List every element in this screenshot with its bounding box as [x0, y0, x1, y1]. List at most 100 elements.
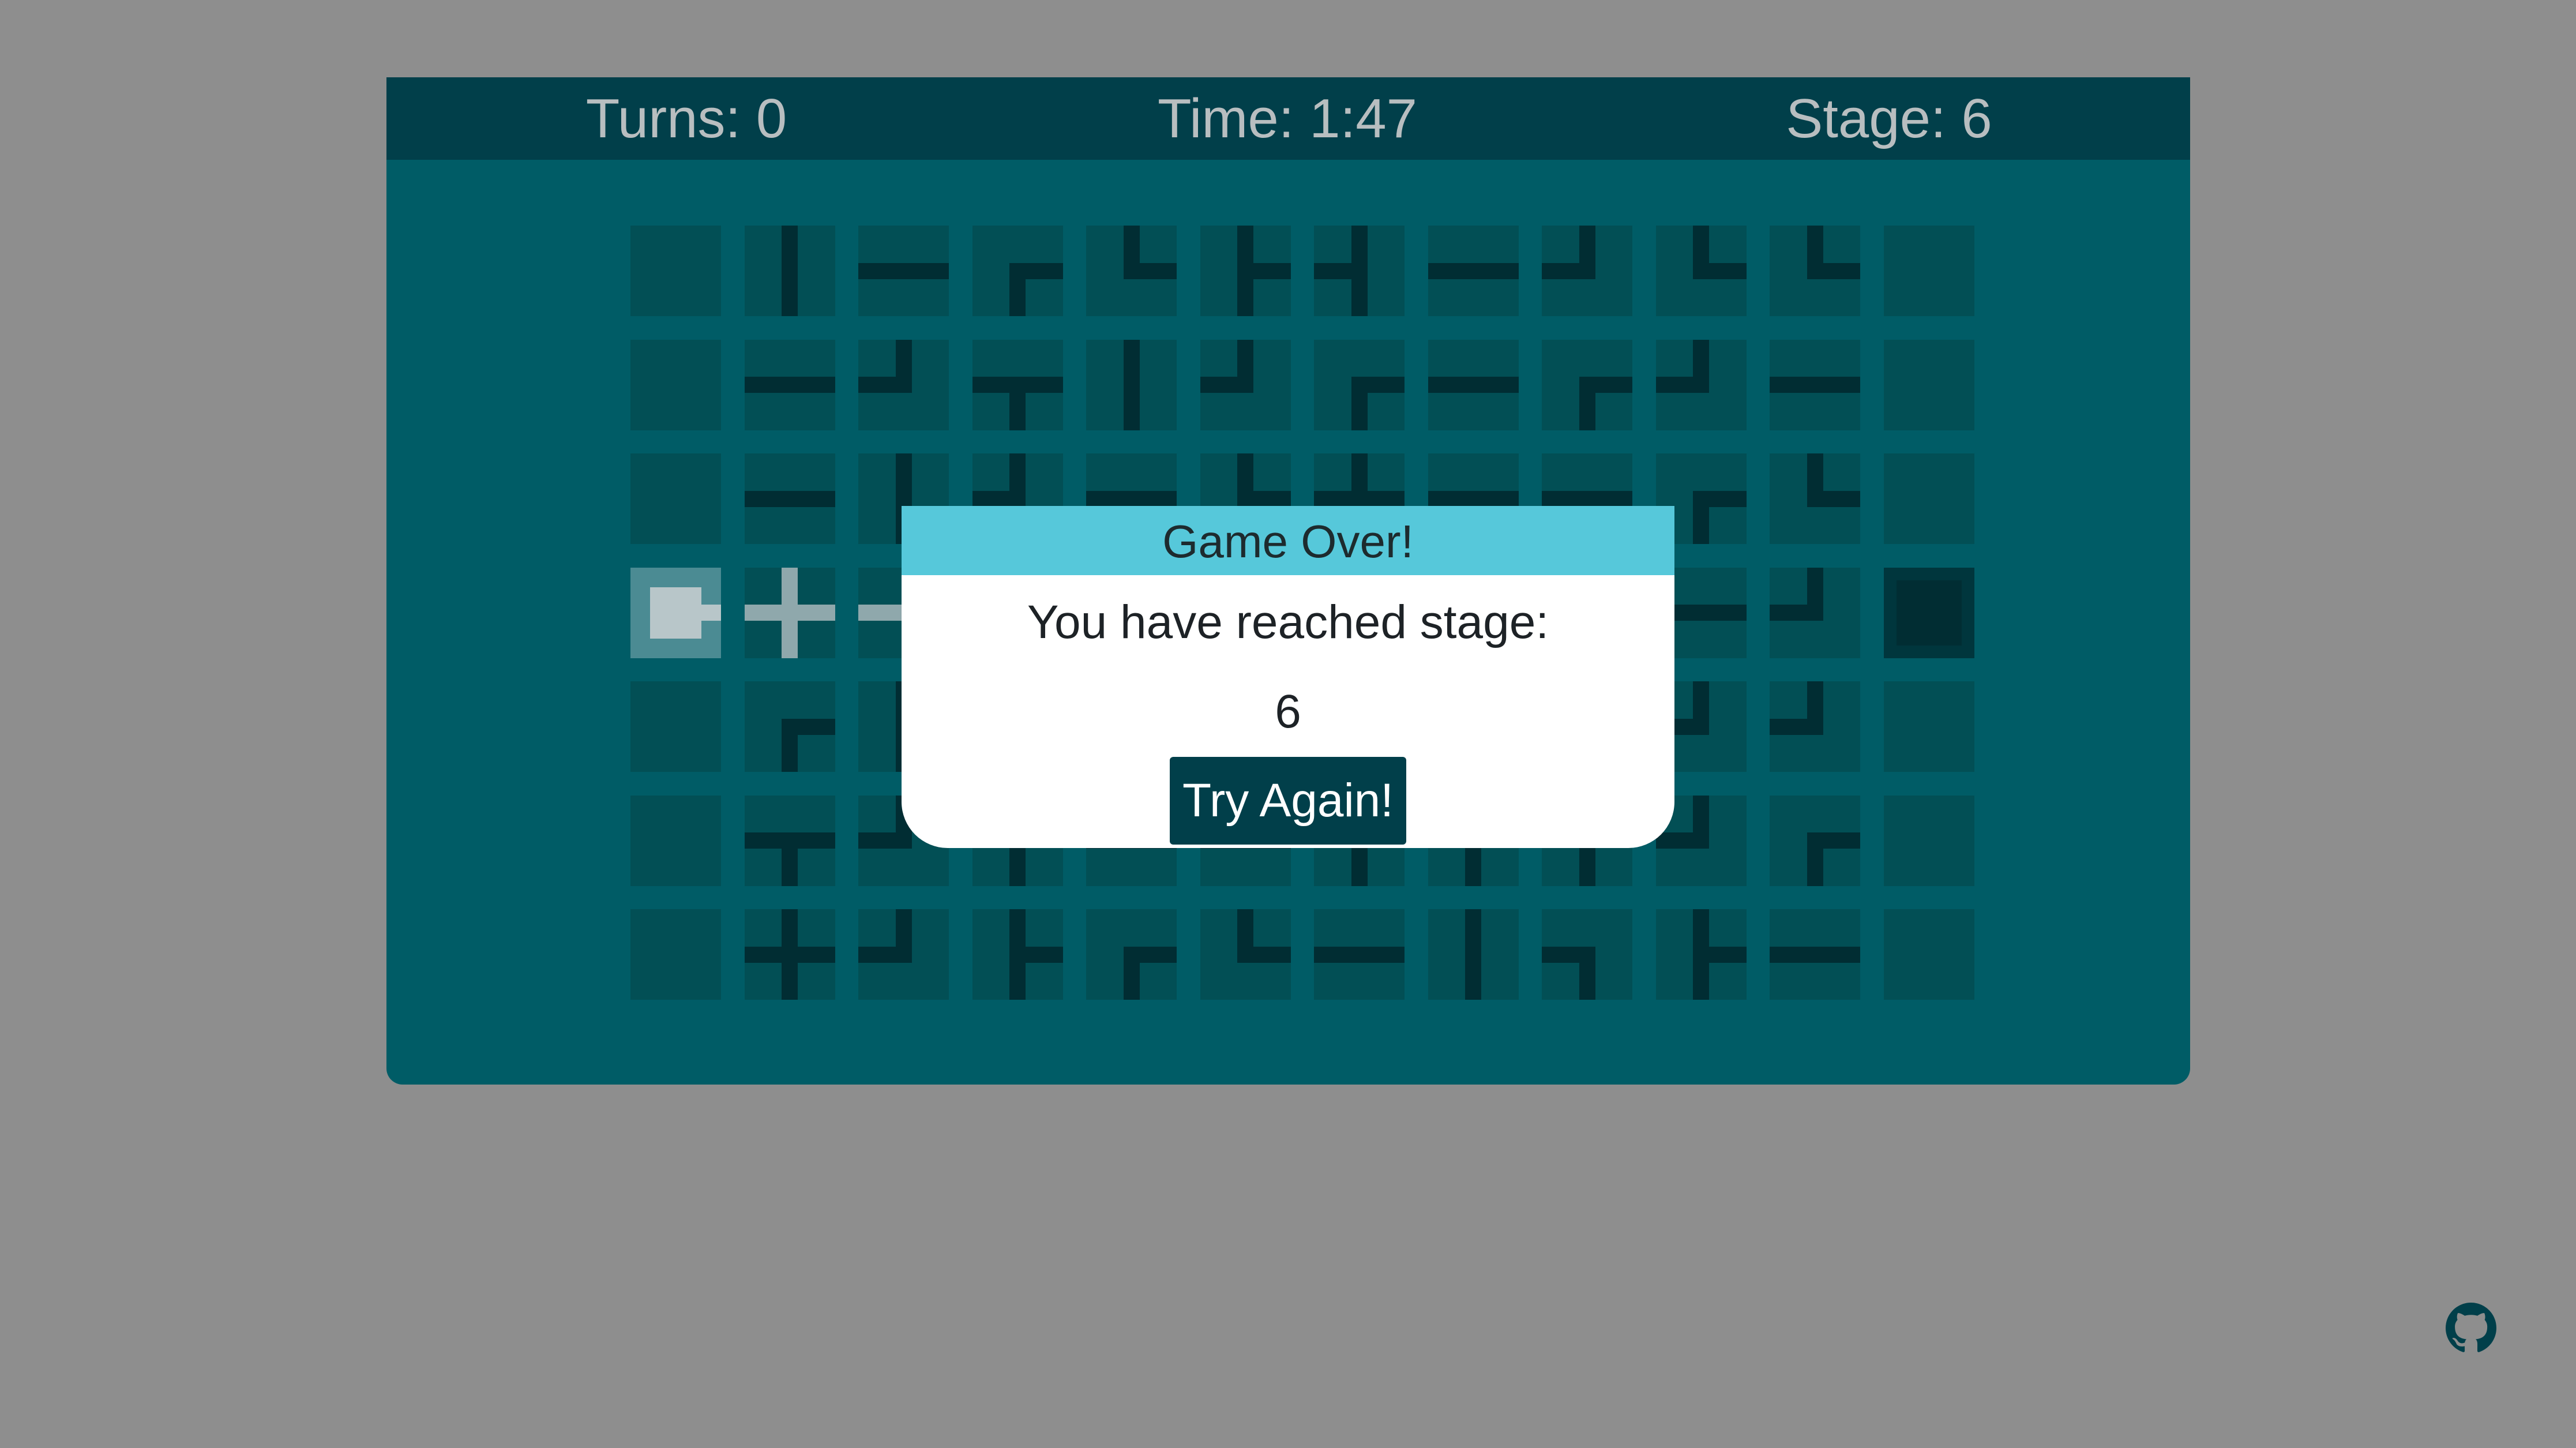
pipe-segment	[1807, 946, 1860, 963]
pipe-tile[interactable]	[1655, 339, 1747, 430]
github-icon-graphic	[2446, 1303, 2496, 1352]
pipe-segment	[782, 490, 835, 507]
pipe-tile[interactable]	[630, 339, 721, 430]
pipe-segment	[1693, 946, 1709, 1000]
pipe-tile[interactable]	[744, 681, 835, 772]
pipe-tile[interactable]	[1883, 339, 1974, 430]
pipe-segment	[1351, 262, 1368, 316]
pipe-tile[interactable]	[630, 795, 721, 886]
pipe-segment	[1655, 832, 1709, 849]
pipe-tile[interactable]	[858, 339, 949, 430]
pipe-segment	[1579, 377, 1595, 430]
pipe-segment	[1351, 946, 1405, 963]
pipe-tile[interactable]	[1200, 909, 1291, 1000]
pipe-segment	[895, 262, 949, 279]
pipe-tile[interactable]	[744, 909, 835, 1000]
pipe-segment	[782, 718, 798, 772]
pipe-segment	[1465, 490, 1519, 507]
pipe-source-tile[interactable]	[630, 567, 721, 658]
pipe-segment	[1237, 262, 1253, 316]
pipe-tile[interactable]	[1314, 226, 1405, 316]
pipe-segment	[858, 832, 912, 849]
pipe-tile[interactable]	[630, 681, 721, 772]
pipe-tile[interactable]	[1314, 909, 1405, 1000]
pipe-segment	[1770, 718, 1823, 735]
dialog-message: You have reached stage:	[1027, 596, 1549, 648]
pipe-tile[interactable]	[1770, 681, 1860, 772]
pipe-segment	[1351, 490, 1405, 507]
pipe-tile[interactable]	[1314, 339, 1405, 430]
pipe-tile[interactable]	[1086, 339, 1177, 430]
github-icon[interactable]	[2446, 1303, 2496, 1353]
pipe-tile[interactable]	[1542, 909, 1632, 1000]
pipe-segment	[1693, 262, 1747, 279]
pipe-tile[interactable]	[1770, 795, 1860, 886]
pipe-segment	[1009, 262, 1026, 316]
pipe-segment	[1123, 377, 1140, 430]
pipe-tile[interactable]	[1883, 909, 1974, 1000]
pipe-tile[interactable]	[744, 567, 835, 658]
pipe-segment	[1542, 262, 1595, 279]
pipe-tile[interactable]	[1883, 453, 1974, 544]
pipe-segment	[1237, 490, 1291, 507]
pipe-tile[interactable]	[858, 909, 949, 1000]
pipe-tile[interactable]	[1542, 226, 1632, 316]
pipe-segment	[1123, 946, 1140, 1000]
pipe-tile[interactable]	[1883, 795, 1974, 886]
pipe-segment	[782, 605, 835, 621]
pipe-tile[interactable]	[1655, 226, 1747, 316]
game-over-dialog: Game Over! You have reached stage: 6 Try…	[902, 506, 1674, 848]
pipe-segment	[1351, 377, 1368, 430]
pipe-segment	[675, 605, 721, 621]
pipe-tile[interactable]	[1770, 453, 1860, 544]
pipe-segment	[1807, 377, 1860, 393]
try-again-button[interactable]: Try Again!	[1170, 757, 1406, 845]
pipe-tile[interactable]	[744, 453, 835, 544]
pipe-tile[interactable]	[858, 226, 949, 316]
pipe-tile[interactable]	[1770, 909, 1860, 1000]
pipe-segment	[1807, 490, 1860, 507]
pipe-tile[interactable]	[972, 339, 1063, 430]
pipe-segment	[1009, 946, 1026, 1000]
pipe-segment	[1200, 377, 1253, 393]
pipe-tile[interactable]	[744, 226, 835, 316]
reached-stage-value: 6	[1275, 685, 1301, 738]
pipe-segment	[1693, 490, 1709, 544]
pipe-tile[interactable]	[1200, 339, 1291, 430]
pipe-tile[interactable]	[1200, 226, 1291, 316]
pipe-tile[interactable]	[630, 226, 721, 316]
pipe-tile[interactable]	[1655, 909, 1747, 1000]
pipe-segment	[1123, 262, 1177, 279]
pipe-tile[interactable]	[630, 453, 721, 544]
pipe-tile[interactable]	[1428, 339, 1519, 430]
pipe-segment	[1807, 262, 1860, 279]
pipe-tile[interactable]	[1428, 909, 1519, 1000]
pipe-segment	[1465, 946, 1481, 1000]
pipe-tile[interactable]	[1770, 567, 1860, 658]
pipe-segment	[1579, 946, 1595, 1000]
pipe-segment	[1009, 377, 1063, 393]
sink-block	[1896, 580, 1962, 646]
pipe-tile[interactable]	[972, 226, 1063, 316]
pipe-segment	[1693, 605, 1747, 621]
pipe-segment	[1770, 605, 1823, 621]
pipe-tile[interactable]	[744, 339, 835, 430]
pipe-tile[interactable]	[1428, 226, 1519, 316]
pipe-segment	[782, 946, 835, 963]
pipe-tile[interactable]	[1770, 339, 1860, 430]
pipe-tile[interactable]	[972, 909, 1063, 1000]
pipe-tile[interactable]	[630, 909, 721, 1000]
pipe-tile[interactable]	[1086, 909, 1177, 1000]
pipe-tile[interactable]	[1883, 226, 1974, 316]
pipe-segment	[1465, 377, 1519, 393]
pipe-sink-tile[interactable]	[1883, 567, 1974, 658]
pipe-tile[interactable]	[1883, 681, 1974, 772]
pipe-segment	[782, 262, 798, 316]
pipe-tile[interactable]	[744, 795, 835, 886]
pipe-segment	[1465, 262, 1519, 279]
pipe-tile[interactable]	[1770, 226, 1860, 316]
dialog-title: Game Over!	[1162, 516, 1414, 567]
pipe-tile[interactable]	[1086, 226, 1177, 316]
pipe-segment	[1123, 490, 1177, 507]
pipe-tile[interactable]	[1542, 339, 1632, 430]
